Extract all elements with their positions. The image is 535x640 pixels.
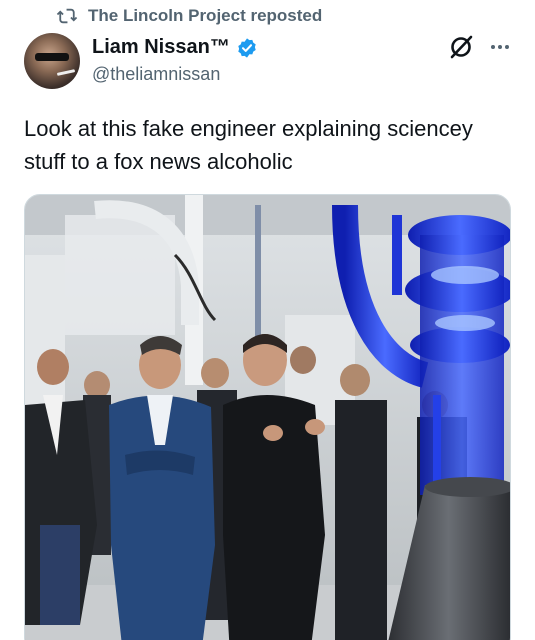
repost-icon bbox=[56, 8, 78, 24]
tweet-media-photo[interactable] bbox=[24, 194, 511, 640]
more-options-icon bbox=[491, 45, 495, 49]
author-handle[interactable]: @theliamnissan bbox=[92, 64, 220, 85]
avatar[interactable] bbox=[24, 33, 80, 89]
tweet-text: Look at this fake engineer explaining sc… bbox=[24, 116, 473, 174]
grok-icon bbox=[450, 35, 473, 59]
more-options-button[interactable] bbox=[486, 38, 514, 56]
grok-button[interactable] bbox=[447, 33, 475, 61]
verified-badge-icon bbox=[238, 37, 256, 58]
author-name-row[interactable]: Liam Nissan™ bbox=[92, 36, 258, 59]
author-display-name[interactable]: Liam Nissan™ bbox=[92, 36, 230, 59]
photo-content bbox=[25, 195, 510, 640]
repost-label[interactable]: The Lincoln Project reposted bbox=[88, 6, 322, 26]
repost-indicator[interactable]: The Lincoln Project reposted bbox=[56, 6, 322, 26]
